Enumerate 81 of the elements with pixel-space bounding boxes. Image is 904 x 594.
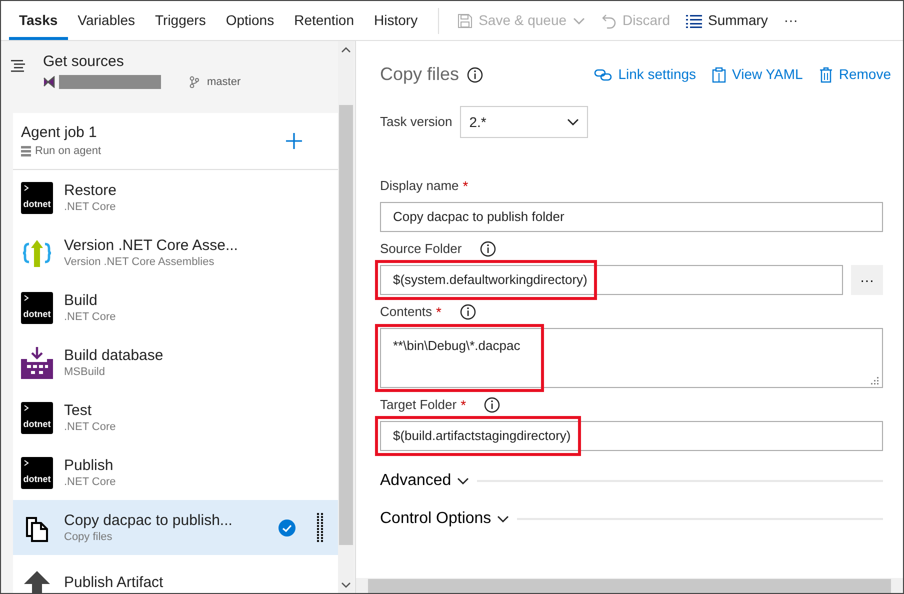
- field-label: Target Folder: [380, 396, 457, 414]
- task-subtitle: .NET Core: [64, 474, 117, 488]
- panel-title: Copy files: [380, 63, 460, 86]
- clipboard-icon: [712, 66, 726, 82]
- field-label: Source Folder: [380, 240, 462, 258]
- info-icon: [467, 66, 484, 82]
- visual-studio-icon: [43, 76, 55, 88]
- list-icon: [686, 14, 702, 28]
- required-mark: *: [462, 176, 468, 196]
- tab[interactable]: Variables: [68, 1, 145, 40]
- dotnet-logo: dotnet: [21, 292, 53, 324]
- task-subtitle: .NET Core: [64, 310, 117, 324]
- scrollbar[interactable]: [356, 578, 903, 593]
- required-mark: *: [436, 302, 442, 322]
- input-field[interactable]: $(build.artifactstagingdirectory): [380, 421, 883, 451]
- link-icon: [594, 68, 612, 82]
- plus-icon: [285, 132, 303, 150]
- link-link[interactable]: Link settings: [594, 64, 696, 85]
- task-item[interactable]: Publish Artifact: [13, 555, 339, 593]
- task-item[interactable]: dotnet Restore .NET Core: [13, 170, 339, 225]
- version-dropdown[interactable]: 2.*: [460, 106, 588, 138]
- field-label: Task version: [380, 113, 452, 132]
- check-circle-icon: [278, 518, 296, 536]
- task-title: Build: [64, 292, 98, 310]
- field-label: Contents: [380, 303, 432, 322]
- tab[interactable]: Retention: [284, 1, 364, 40]
- sources-title: Get sources: [43, 52, 125, 72]
- tab[interactable]: Triggers: [145, 1, 216, 40]
- task-item[interactable]: Version .NET Core Asse... Version .NET Core Assemblies: [13, 225, 339, 280]
- task-item[interactable]: dotnet Publish .NET Core: [13, 445, 339, 500]
- job-subtitle: Run on agent: [35, 144, 102, 159]
- task-subtitle: Version .NET Core Assemblies: [64, 254, 216, 268]
- chevron-down-icon: [497, 515, 510, 523]
- task-subtitle: MSBuild: [64, 364, 106, 378]
- task-title: Build database: [64, 346, 164, 364]
- summary-button[interactable]: Summary: [678, 1, 776, 40]
- task-title: Publish: [64, 456, 114, 474]
- task-item[interactable]: dotnet Build .NET Core: [13, 280, 339, 335]
- task-subtitle: .NET Core: [64, 200, 117, 214]
- task-title: Copy dacpac to publish...: [64, 512, 234, 530]
- delete-icon: [818, 66, 833, 82]
- job-title: Agent job 1: [21, 123, 98, 143]
- task-title: Publish Artifact: [64, 574, 164, 592]
- tab[interactable]: History: [364, 1, 428, 40]
- chevron-down-icon: [457, 477, 470, 485]
- task-subtitle: Copy files: [64, 530, 114, 544]
- task-title: Test: [64, 402, 93, 420]
- browse-button[interactable]: ···: [851, 265, 883, 295]
- branch-icon: [189, 76, 199, 88]
- required-mark: *: [460, 396, 466, 414]
- task-item[interactable]: Copy dacpac to publish... Copy files: [13, 500, 339, 555]
- branch-name: master: [207, 74, 241, 90]
- save-icon: [456, 12, 473, 28]
- chevron-down-icon: [567, 118, 580, 126]
- dotnet-logo: dotnet: [21, 182, 53, 214]
- task-title: Restore: [64, 182, 118, 200]
- dotnet-logo: dotnet: [21, 402, 53, 434]
- task-item[interactable]: Build database MSBuild: [13, 335, 339, 390]
- text-area[interactable]: **\bin\Debug\*.dacpac: [380, 328, 883, 388]
- dotnet-logo: dotnet: [21, 456, 53, 488]
- scroll-down-icon: [341, 582, 351, 588]
- scroll-up-icon: [341, 47, 351, 53]
- server-icon: [21, 146, 31, 157]
- tab[interactable]: Options: [216, 1, 284, 40]
- input-field[interactable]: Copy dacpac to publish folder: [380, 202, 883, 232]
- input-field[interactable]: $(system.defaultworkingdirectory): [380, 265, 843, 295]
- drag-handle-icon[interactable]: [317, 513, 323, 542]
- pipeline-icon: [11, 59, 27, 73]
- remove-link[interactable]: Remove: [818, 64, 891, 85]
- field-label: Display name: [380, 177, 459, 196]
- task-title: Version .NET Core Asse...: [64, 236, 239, 254]
- section-toggle[interactable]: Control Options: [380, 507, 510, 531]
- undo-icon: [600, 12, 617, 28]
- section-toggle[interactable]: Advanced: [380, 469, 470, 493]
- more-button[interactable]: ···: [776, 1, 806, 40]
- resize-grip-icon: [871, 377, 879, 385]
- build-icon: [21, 346, 53, 378]
- scrollbar[interactable]: [338, 41, 354, 593]
- task-item[interactable]: dotnet Test .NET Core: [13, 390, 339, 445]
- task-subtitle: .NET Core: [64, 420, 117, 434]
- yaml-link[interactable]: View YAML: [712, 64, 803, 85]
